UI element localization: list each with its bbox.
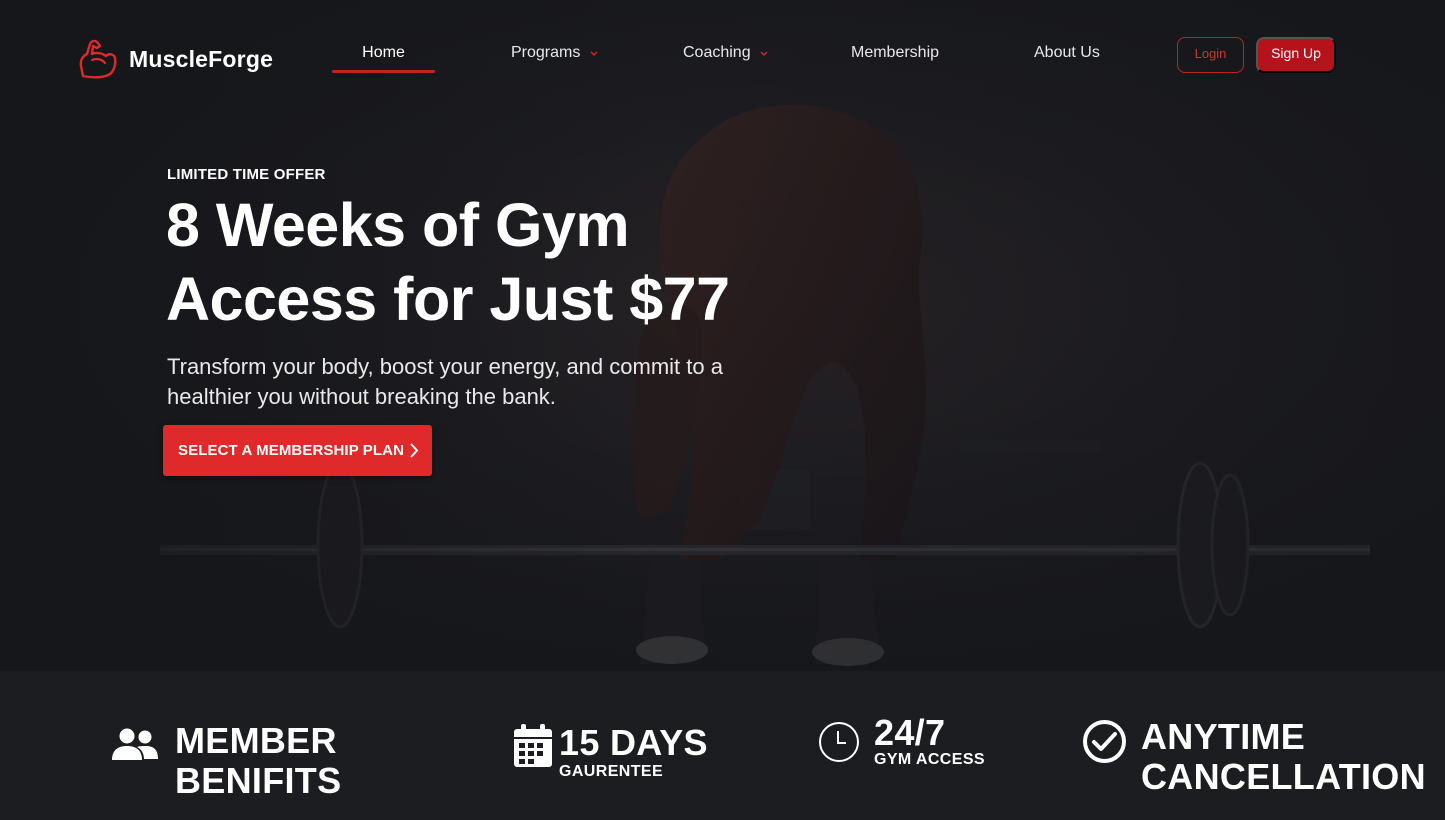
chevron-right-icon bbox=[410, 443, 419, 458]
hero-headline-line1: 8 Weeks of Gym bbox=[166, 191, 630, 259]
nav-coaching-label: Coaching bbox=[683, 44, 751, 61]
nav-active-indicator bbox=[332, 70, 435, 73]
calendar-icon bbox=[514, 724, 552, 767]
feature-anytime-cancellation: ANYTIME CANCELLATION bbox=[1082, 717, 1426, 797]
flexed-arm-icon bbox=[79, 39, 117, 79]
feature-guarantee: 15 DAYS GAURENTEE bbox=[513, 723, 708, 781]
feature-gym-access-text: 24/7 GYM ACCESS bbox=[874, 715, 985, 769]
feature-anytime-cancellation-line1: ANYTIME bbox=[1141, 716, 1306, 757]
feature-anytime-cancellation-line2: CANCELLATION bbox=[1141, 756, 1426, 797]
feature-anytime-cancellation-text: ANYTIME CANCELLATION bbox=[1141, 717, 1426, 797]
hero-section: MuscleForge Home Programs Coaching Membe… bbox=[0, 0, 1445, 671]
feature-gym-access-subtitle: GYM ACCESS bbox=[874, 751, 985, 768]
landing-page: MuscleForge Home Programs Coaching Membe… bbox=[0, 0, 1445, 820]
brand-logo[interactable]: MuscleForge bbox=[78, 38, 273, 80]
login-button[interactable]: Login bbox=[1177, 37, 1244, 73]
chevron-down-icon bbox=[760, 51, 768, 56]
main-navigation: MuscleForge Home Programs Coaching Membe… bbox=[0, 0, 1445, 100]
hero-subcopy: Transform your body, boost your energy, … bbox=[167, 354, 723, 409]
feature-member-benefits: MEMBER BENIFITS bbox=[110, 721, 341, 801]
features-strip: MEMBER BENIFITS 15 DAYS GAURENTEE 24/7 G… bbox=[0, 671, 1445, 820]
feature-guarantee-text: 15 DAYS GAURENTEE bbox=[559, 723, 708, 781]
hero-headline-line2: Access for Just $77 bbox=[166, 265, 730, 333]
nav-home[interactable]: Home bbox=[332, 44, 435, 62]
nav-coaching[interactable]: Coaching bbox=[683, 44, 769, 62]
feature-member-benefits-text: MEMBER BENIFITS bbox=[175, 721, 341, 801]
feature-guarantee-subtitle: GAURENTEE bbox=[559, 763, 664, 780]
select-membership-plan-button[interactable]: SELECT A MEMBERSHIP PLAN bbox=[163, 425, 432, 476]
cta-label: SELECT A MEMBERSHIP PLAN bbox=[178, 442, 405, 459]
brand-name: MuscleForge bbox=[129, 45, 274, 72]
hero-headline: 8 Weeks of Gym Access for Just $77 bbox=[166, 188, 806, 336]
feature-member-benefits-line1: MEMBER bbox=[175, 720, 337, 761]
clock-icon bbox=[819, 722, 859, 762]
chevron-down-icon bbox=[590, 51, 598, 56]
nav-programs[interactable]: Programs bbox=[511, 44, 599, 62]
check-circle-icon bbox=[1083, 720, 1126, 763]
signup-button[interactable]: Sign Up bbox=[1256, 37, 1336, 73]
nav-programs-label: Programs bbox=[511, 44, 581, 61]
nav-about-us[interactable]: About Us bbox=[1034, 44, 1100, 62]
users-icon bbox=[112, 728, 158, 760]
feature-gym-access: 24/7 GYM ACCESS bbox=[818, 715, 985, 769]
feature-gym-access-title: 24/7 bbox=[874, 712, 946, 753]
feature-member-benefits-line2: BENIFITS bbox=[175, 760, 342, 801]
nav-membership[interactable]: Membership bbox=[851, 44, 939, 62]
hero-eyebrow: LIMITED TIME OFFER bbox=[167, 166, 326, 183]
feature-guarantee-title: 15 DAYS bbox=[559, 722, 708, 763]
